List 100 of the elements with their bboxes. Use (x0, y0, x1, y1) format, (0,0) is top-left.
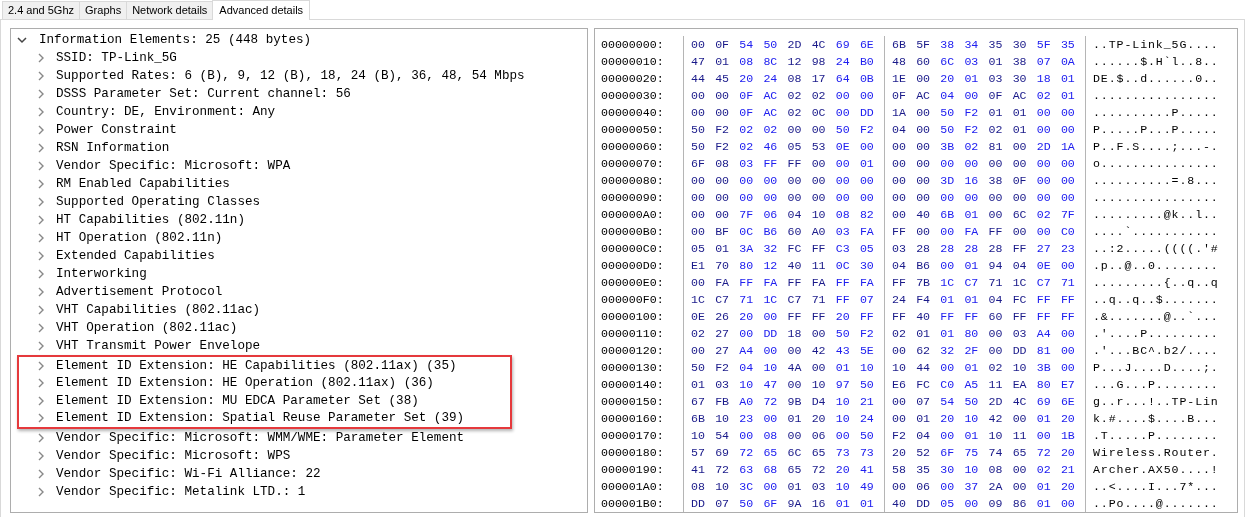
hex-bytes: 00 BF 0C B6 60 A0 03 FA (683, 223, 884, 240)
hex-bytes: 40 DD 05 00 09 86 01 00 (884, 495, 1085, 512)
tree-item[interactable]: HT Operation (802.11n) (56, 231, 223, 245)
tab[interactable]: Graphs (79, 1, 128, 19)
ascii-text: P..F.S....;...-. (1085, 138, 1219, 155)
hex-bytes: 00 00 0F AC 02 02 00 00 (683, 87, 884, 104)
expand-chevron-icon[interactable] (17, 35, 27, 45)
hex-bytes: 00 06 00 37 2A 00 01 20 (884, 478, 1085, 495)
hex-bytes: 00 00 00 00 00 00 00 00 (884, 189, 1085, 206)
ascii-text: ..TP-Link_5G.... (1085, 36, 1219, 53)
tree-item[interactable]: RSN Information (56, 141, 170, 155)
hex-offset: 00000110: (601, 327, 665, 340)
hex-bytes: 00 00 00 00 00 00 00 00 (884, 155, 1085, 172)
hex-offset: 00000050: (601, 123, 665, 136)
hex-bytes: 08 10 3C 00 01 03 10 49 (683, 478, 884, 495)
tab[interactable]: Advanced details (212, 0, 311, 20)
hex-bytes: 50 F2 02 02 00 00 50 F2 (683, 121, 884, 138)
ascii-text: ..:2.....((((.'# (1085, 240, 1219, 257)
ascii-text: .........{..q..q (1085, 274, 1219, 291)
hex-bytes: 0F AC 04 00 0F AC 02 01 (884, 87, 1085, 104)
hex-bytes: 1C C7 71 1C C7 71 FF 07 (683, 291, 884, 308)
tree-item[interactable]: Extended Capabilities (56, 249, 215, 263)
tree-item[interactable]: VHT Operation (802.11ac) (56, 321, 238, 335)
ascii-text: ..<....I...7*... (1085, 478, 1219, 495)
ascii-text: ................ (1085, 189, 1219, 206)
hex-bytes: 24 F4 01 01 04 FC FF FF (884, 291, 1085, 308)
hex-offset: 000001B0: (601, 497, 665, 510)
tree-item[interactable]: Advertisement Protocol (56, 285, 223, 299)
hex-bytes: 00 00 0F AC 02 0C 00 DD (683, 104, 884, 121)
ascii-text: k.#....$....B... (1085, 410, 1219, 427)
tree-item[interactable]: Vendor Specific: Wi-Fi Alliance: 22 (56, 467, 321, 481)
hex-bytes: E1 70 80 12 40 11 0C 30 (683, 257, 884, 274)
ascii-text: .'....P......... (1085, 325, 1219, 342)
tree-item[interactable]: Vendor Specific: Microsoft: WPA (56, 159, 291, 173)
hex-offset: 00000130: (601, 361, 665, 374)
hex-bytes: 00 00 00 00 00 00 00 00 (683, 189, 884, 206)
hex-bytes: 10 44 00 01 02 10 3B 00 (884, 359, 1085, 376)
hex-offset: 00000100: (601, 310, 665, 323)
tree-item[interactable]: Vendor Specific: Metalink LTD.: 1 (56, 485, 306, 499)
hex-bytes: 48 60 6C 03 01 38 07 0A (884, 53, 1085, 70)
tree-item[interactable]: Vendor Specific: Microsoft: WPS (56, 449, 291, 463)
hex-offset: 00000150: (601, 395, 665, 408)
hex-bytes: 0E 26 20 00 FF FF 20 FF (683, 308, 884, 325)
hex-offset: 00000010: (601, 55, 665, 68)
hex-bytes: 00 62 32 2F 00 DD 81 00 (884, 342, 1085, 359)
hex-bytes: 58 35 30 10 08 00 02 21 (884, 461, 1085, 478)
tree-item[interactable]: Supported Rates: 6 (B), 9, 12 (B), 18, 24 (B), 36, 48, 54 Mbps (56, 69, 525, 83)
ascii-text: .T.....P........ (1085, 427, 1219, 444)
hex-bytes: 67 FB A0 72 9B D4 10 21 (683, 393, 884, 410)
hex-bytes: FF 40 FF FF 60 FF FF FF (884, 308, 1085, 325)
hex-bytes: 00 27 A4 00 00 42 43 5E (683, 342, 884, 359)
hex-bytes: 00 00 00 00 00 00 00 00 (683, 172, 884, 189)
hex-offset: 000000A0: (601, 208, 665, 221)
tree-item[interactable]: Vendor Specific: Microsoft: WMM/WME: Parameter Element (56, 431, 465, 445)
tab[interactable]: 2.4 and 5Ghz (2, 1, 81, 19)
hex-offset: 00000160: (601, 412, 665, 425)
hex-offset: 00000070: (601, 157, 665, 170)
tree-item[interactable]: Information Elements: 25 (448 bytes) (39, 33, 312, 47)
hex-offset: 00000060: (601, 140, 665, 153)
hex-offset: 000000F0: (601, 293, 665, 306)
tree-item[interactable]: Supported Operating Classes (56, 195, 261, 209)
tree-item[interactable]: VHT Transmit Power Envelope (56, 339, 261, 353)
ascii-text: o............... (1085, 155, 1219, 172)
hex-offset: 000000E0: (601, 276, 665, 289)
hex-bytes: 05 01 3A 32 FC FF C3 05 (683, 240, 884, 257)
hex-bytes: 57 69 72 65 6C 65 73 73 (683, 444, 884, 461)
hex-bytes: 00 00 3B 02 81 00 2D 1A (884, 138, 1085, 155)
hex-bytes: 00 0F 54 50 2D 4C 69 6E (683, 36, 884, 53)
ascii-text: Wireless.Router. (1085, 444, 1219, 461)
tree-item[interactable]: Element ID Extension: HE Capabilities (802.11ax) (35) (56, 358, 457, 373)
tree-item[interactable]: RM Enabled Capabilities (56, 177, 230, 191)
hex-bytes: 03 28 28 28 28 FF 27 23 (884, 240, 1085, 257)
tab[interactable]: Network details (126, 1, 214, 19)
ascii-text: .&.......@..`... (1085, 308, 1219, 325)
hex-bytes: 02 01 01 80 00 03 A4 00 (884, 325, 1085, 342)
ascii-text: ................ (1085, 87, 1219, 104)
hex-bytes: FF 00 00 FA FF 00 00 C0 (884, 223, 1085, 240)
tree-item[interactable]: VHT Capabilities (802.11ac) (56, 303, 261, 317)
tree-item[interactable]: Element ID Extension: MU EDCA Parameter Set (38) (56, 393, 419, 408)
hex-offset: 00000040: (601, 106, 665, 119)
hex-bytes: 00 01 20 10 42 00 01 20 (884, 410, 1085, 427)
hex-offset: 00000180: (601, 446, 665, 459)
tree-item[interactable]: Interworking (56, 267, 147, 281)
hex-bytes: 44 45 20 24 08 17 64 0B (683, 70, 884, 87)
tree-item[interactable]: SSID: TP-Link_5G (56, 51, 177, 65)
tree-item[interactable]: DSSS Parameter Set: Current channel: 56 (56, 87, 351, 101)
hex-bytes: F2 04 00 01 10 11 00 1B (884, 427, 1085, 444)
ascii-text: g..r...!..TP-Lin (1085, 393, 1219, 410)
tree-item[interactable]: Power Constraint (56, 123, 177, 137)
tree-item[interactable]: Element ID Extension: Spatial Reuse Parameter Set (39) (56, 411, 465, 426)
ascii-text: Archer.AX50....! (1085, 461, 1219, 478)
hex-bytes: 1E 00 20 01 03 30 18 01 (884, 70, 1085, 87)
hex-bytes: 04 B6 00 01 94 04 0E 00 (884, 257, 1085, 274)
tree-item[interactable]: HT Capabilities (802.11n) (56, 213, 245, 227)
ascii-text: .........@k..l.. (1085, 206, 1219, 223)
hex-offset: 00000190: (601, 463, 665, 476)
hex-offset: 00000120: (601, 344, 665, 357)
tree-item[interactable]: Element ID Extension: HE Operation (802.11ax) (36) (56, 376, 434, 391)
tree-item[interactable]: Country: DE, Environment: Any (56, 105, 276, 119)
ascii-text: P.....P...P..... (1085, 121, 1219, 138)
